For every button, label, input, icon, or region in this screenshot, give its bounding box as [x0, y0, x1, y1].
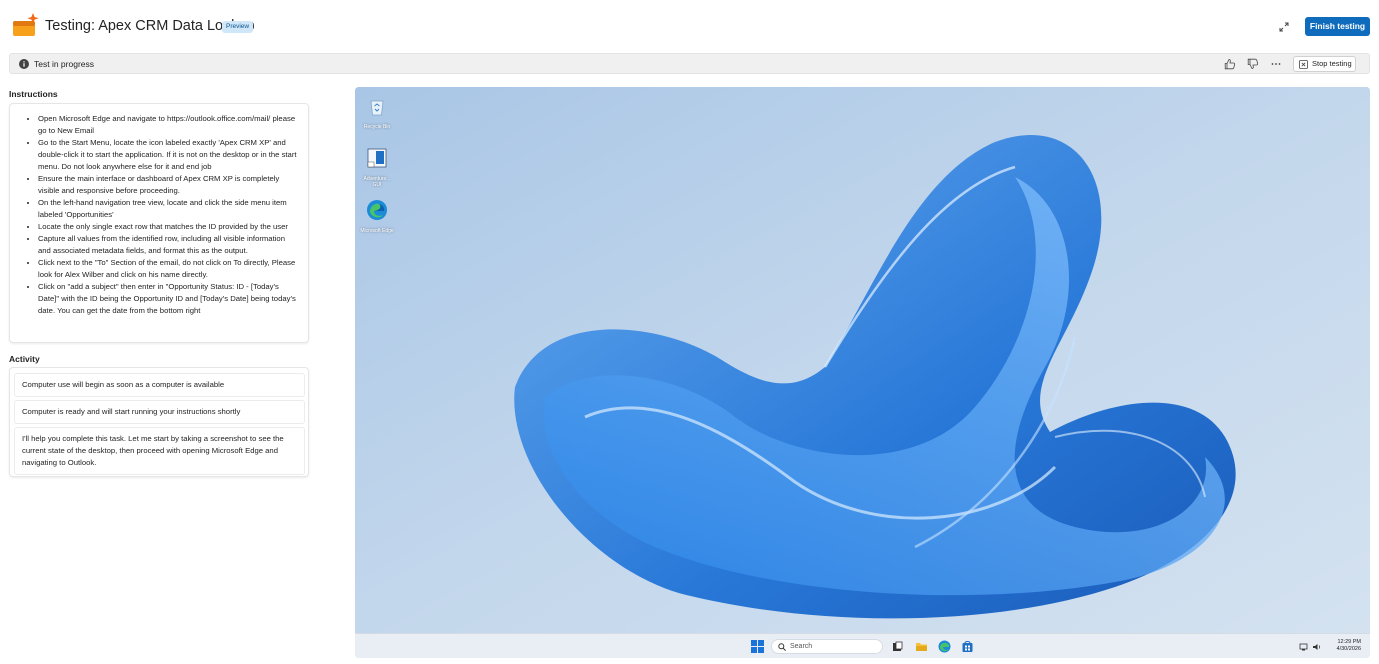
instruction-item: Click on "add a subject" then enter in "…	[38, 281, 298, 317]
recycle-bin-icon	[370, 100, 384, 116]
preview-badge: Preview	[222, 21, 254, 33]
activity-card: Computer use will begin as soon as a com…	[9, 367, 309, 477]
store-icon[interactable]	[961, 640, 974, 653]
edge-taskbar-icon[interactable]	[938, 640, 951, 653]
status-bar: Test in progress Stop testing	[9, 53, 1370, 74]
taskbar-clock[interactable]: 12:29 PM 4/30/2026	[1325, 639, 1361, 653]
header: Testing: Apex CRM Data Lookup Preview Fi…	[0, 0, 1379, 52]
instruction-item: Go to the Start Menu, locate the icon la…	[38, 137, 298, 173]
finish-testing-button[interactable]: Finish testing	[1305, 17, 1370, 36]
network-icon[interactable]	[1299, 642, 1309, 652]
instructions-heading: Instructions	[9, 89, 58, 99]
taskbar-search-placeholder: Search	[790, 643, 813, 650]
desktop-wallpaper	[355, 87, 1370, 633]
desktop-icon-recycle-bin[interactable]: Recycle Bin	[359, 95, 395, 130]
edge-icon	[367, 200, 387, 220]
remote-desktop-screen[interactable]: Recycle Bin Adventure... GUI Microsoft E…	[355, 87, 1370, 658]
windows-start-icon[interactable]	[751, 640, 764, 653]
instructions-list: Open Microsoft Edge and navigate to http…	[10, 104, 308, 317]
volume-icon[interactable]	[1312, 642, 1322, 652]
adventure-app-icon	[367, 148, 387, 168]
stop-testing-label: Stop testing	[1312, 59, 1352, 68]
activity-heading: Activity	[9, 354, 40, 364]
thumbs-up-icon[interactable]	[1223, 57, 1237, 71]
info-icon	[19, 59, 29, 69]
file-explorer-icon[interactable]	[915, 640, 928, 653]
instruction-item: On the left-hand navigation tree view, l…	[38, 197, 298, 221]
stop-testing-button[interactable]: Stop testing	[1293, 56, 1356, 72]
instruction-item: Locate the only single exact row that ma…	[38, 221, 298, 233]
instructions-card[interactable]: Open Microsoft Edge and navigate to http…	[9, 103, 309, 343]
taskbar-search-box[interactable]: Search	[771, 639, 883, 654]
collapse-icon[interactable]	[1277, 20, 1291, 34]
instruction-item: Ensure the main interface or dashboard o…	[38, 173, 298, 197]
desktop-icon-label: Microsoft Edge	[360, 228, 394, 234]
taskbar: Search 12:29 PM 4/30/2026	[355, 633, 1370, 658]
desktop-icon-label: Adventure... GUI	[363, 176, 391, 188]
agent-app-icon	[13, 13, 39, 36]
activity-item: Computer use will begin as soon as a com…	[14, 373, 305, 397]
stop-icon	[1299, 60, 1308, 69]
instruction-item: Open Microsoft Edge and navigate to http…	[38, 113, 298, 137]
more-options-icon[interactable]	[1269, 57, 1283, 71]
clock-date: 4/30/2026	[1336, 646, 1361, 652]
desktop-icon-microsoft-edge[interactable]: Microsoft Edge	[359, 199, 395, 234]
instruction-item: Click next to the "To" Section of the em…	[38, 257, 298, 281]
desktop-icon-label: Recycle Bin	[363, 124, 391, 130]
status-text: Test in progress	[34, 59, 94, 69]
instruction-item: Capture all values from the identified r…	[38, 233, 298, 257]
activity-item: I'll help you complete this task. Let me…	[14, 427, 305, 475]
desktop-icon-adventure-gui[interactable]: Adventure... GUI	[359, 147, 395, 188]
task-view-icon[interactable]	[891, 640, 904, 653]
clock-time: 12:29 PM	[1337, 639, 1361, 645]
thumbs-down-icon[interactable]	[1246, 57, 1260, 71]
search-icon	[778, 643, 786, 651]
activity-item: Computer is ready and will start running…	[14, 400, 305, 424]
